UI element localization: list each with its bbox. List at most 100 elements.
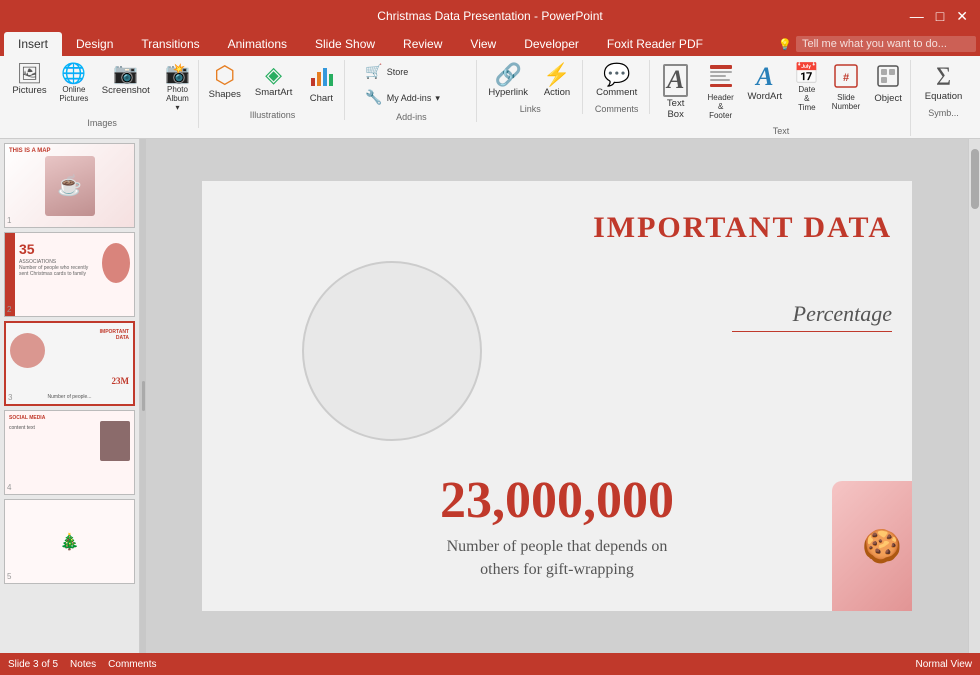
textbox-button[interactable]: A Text Box xyxy=(653,60,699,124)
smartart-button[interactable]: ◈ SmartArt xyxy=(249,60,298,102)
header-footer-button[interactable]: Header& Footer xyxy=(700,60,740,124)
text-group-label: Text xyxy=(773,126,790,136)
slide-1-bg: ☕ xyxy=(5,144,134,227)
wordart-button[interactable]: A WordArt xyxy=(743,60,787,106)
slide-panel[interactable]: ☕ THIS IS A MAP 1 35 ASSOCIATIONSNumber … xyxy=(0,139,140,653)
object-icon xyxy=(876,64,900,92)
christmas-emoji: ☕ xyxy=(57,173,82,198)
chart-icon xyxy=(309,64,333,92)
scrollbar-thumb[interactable] xyxy=(971,149,979,209)
myadds-button[interactable]: 🔧 My Add-ins ▾ xyxy=(361,86,461,110)
action-button[interactable]: ⚡ Action xyxy=(536,60,578,102)
slide-2-text: ASSOCIATIONSNumber of people who recentl… xyxy=(19,259,94,277)
slide-panel-scrollbar[interactable] xyxy=(968,139,980,653)
ribbon-body: 🖼 Pictures 🌐 OnlinePictures 📷 Screenshot… xyxy=(0,56,980,139)
tab-animations[interactable]: Animations xyxy=(214,32,301,56)
slide-thumb-3[interactable]: IMPORTANTDATA 23M Number of people... 3 xyxy=(4,321,135,406)
minimize-button[interactable]: — xyxy=(906,8,928,25)
slide-3-content: IMPORTANTDATA 23M Number of people... xyxy=(6,323,133,404)
slide-desc-line1: Number of people that depends on xyxy=(447,538,668,555)
pictures-button[interactable]: 🖼 Pictures xyxy=(7,60,52,100)
wordart-icon: A xyxy=(756,64,773,90)
status-slide-info: Slide 3 of 5 xyxy=(8,659,58,670)
tab-transitions[interactable]: Transitions xyxy=(127,32,213,56)
tab-view[interactable]: View xyxy=(456,32,510,56)
illustrations-buttons: ⬡ Shapes ◈ SmartArt Chart xyxy=(203,60,343,108)
store-label: Store xyxy=(387,67,409,77)
comment-button[interactable]: 💬 Comment xyxy=(590,60,643,102)
photo-album-button[interactable]: 📸 PhotoAlbum ▾ xyxy=(158,60,197,116)
tell-me-input[interactable] xyxy=(796,36,976,52)
slide-thumb-5[interactable]: 🎄 5 xyxy=(4,499,135,584)
slide-circle xyxy=(302,261,482,441)
screenshot-button[interactable]: 📷 Screenshot xyxy=(96,60,156,100)
hyperlink-button[interactable]: 🔗 Hyperlink xyxy=(482,60,534,102)
slide-thumb-4[interactable]: SOCIAL MEDIA content text 4 xyxy=(4,410,135,495)
myadds-label: My Add-ins xyxy=(387,93,432,103)
slide-1-text: THIS IS A MAP xyxy=(9,148,51,154)
tab-design[interactable]: Design xyxy=(62,32,127,56)
window-controls[interactable]: — □ ✕ xyxy=(906,8,972,25)
slide-3-circle xyxy=(10,333,45,368)
slide-divider-line xyxy=(732,331,892,332)
date-time-button[interactable]: 📅 Date &Time xyxy=(789,60,825,116)
textbox-label: Text Box xyxy=(659,98,693,120)
slide-4-text: content text xyxy=(9,425,69,431)
slide-3-number-thumb: 23M xyxy=(112,376,130,386)
slide-2-accent xyxy=(5,233,15,316)
main-area: ☕ THIS IS A MAP 1 35 ASSOCIATIONSNumber … xyxy=(0,139,980,653)
decor-inner: 🍪 xyxy=(832,481,912,611)
ribbon-tabs: Insert Design Transitions Animations Sli… xyxy=(0,32,980,56)
object-label: Object xyxy=(874,93,901,104)
slide-desc-line2: others for gift-wrapping xyxy=(480,561,634,578)
slide-number-icon: # xyxy=(834,64,858,92)
slide-3-desc-thumb: Number of people... xyxy=(48,394,92,400)
lightbulb-icon: 💡 xyxy=(778,38,792,51)
smartart-icon: ◈ xyxy=(265,64,282,86)
object-button[interactable]: Object xyxy=(867,60,909,108)
tab-developer[interactable]: Developer xyxy=(510,32,593,56)
slide-percentage-label: Percentage xyxy=(793,301,892,327)
ribbon-group-text: A Text Box Header& Footer A WordArt xyxy=(652,60,911,136)
store-button[interactable]: 🛒 Store xyxy=(361,60,461,84)
online-pictures-label: OnlinePictures xyxy=(59,85,88,103)
text-buttons: A Text Box Header& Footer A WordArt xyxy=(653,60,909,124)
status-notes[interactable]: Notes xyxy=(70,659,96,670)
photo-album-label: PhotoAlbum ▾ xyxy=(164,85,191,112)
shapes-button[interactable]: ⬡ Shapes xyxy=(203,60,247,104)
tab-review[interactable]: Review xyxy=(389,32,456,56)
slide-main-title: IMPORTANT DATA xyxy=(593,211,892,245)
action-label: Action xyxy=(544,87,570,98)
equation-button[interactable]: Σ Equation xyxy=(919,60,969,106)
status-bar: Slide 3 of 5 Notes Comments Normal View xyxy=(0,653,980,675)
store-icon: 🛒 xyxy=(365,63,382,80)
close-button[interactable]: ✕ xyxy=(952,8,972,25)
links-group-label: Links xyxy=(520,104,541,114)
slide-2-number-label: 2 xyxy=(7,305,11,314)
date-time-icon: 📅 xyxy=(794,64,819,84)
chart-svg xyxy=(309,64,333,88)
slide-number-button[interactable]: # SlideNumber xyxy=(827,60,865,115)
tab-insert[interactable]: Insert xyxy=(4,32,62,56)
slide-canvas: IMPORTANT DATA Percentage 23,000,000 Num… xyxy=(146,139,968,653)
hyperlink-label: Hyperlink xyxy=(488,87,528,98)
myadds-icon: 🔧 xyxy=(365,89,382,106)
maximize-button[interactable]: □ xyxy=(932,8,948,25)
tell-me-area[interactable]: 💡 xyxy=(717,32,980,56)
screenshot-icon: 📷 xyxy=(113,64,138,84)
equation-group: Σ Equation xyxy=(919,60,969,106)
slide-4-title: SOCIAL MEDIA xyxy=(9,415,45,421)
tab-foxitpdf[interactable]: Foxit Reader PDF xyxy=(593,32,717,56)
main-slide[interactable]: IMPORTANT DATA Percentage 23,000,000 Num… xyxy=(202,181,912,611)
tab-slideshow[interactable]: Slide Show xyxy=(301,32,389,56)
slide-big-number: 23,000,000 xyxy=(440,471,674,530)
pictures-icon: 🖼 xyxy=(17,64,42,84)
chart-button[interactable]: Chart xyxy=(300,60,342,108)
slide-thumb-1[interactable]: ☕ THIS IS A MAP 1 xyxy=(4,143,135,228)
slide-3-number-label: 3 xyxy=(8,393,12,402)
slide-3-title-thumb: IMPORTANTDATA xyxy=(100,329,129,341)
status-comments[interactable]: Comments xyxy=(108,659,156,670)
slide-thumb-2[interactable]: 35 ASSOCIATIONSNumber of people who rece… xyxy=(4,232,135,317)
slide-1-number: 1 xyxy=(7,216,11,225)
online-pictures-button[interactable]: 🌐 OnlinePictures xyxy=(54,60,94,107)
